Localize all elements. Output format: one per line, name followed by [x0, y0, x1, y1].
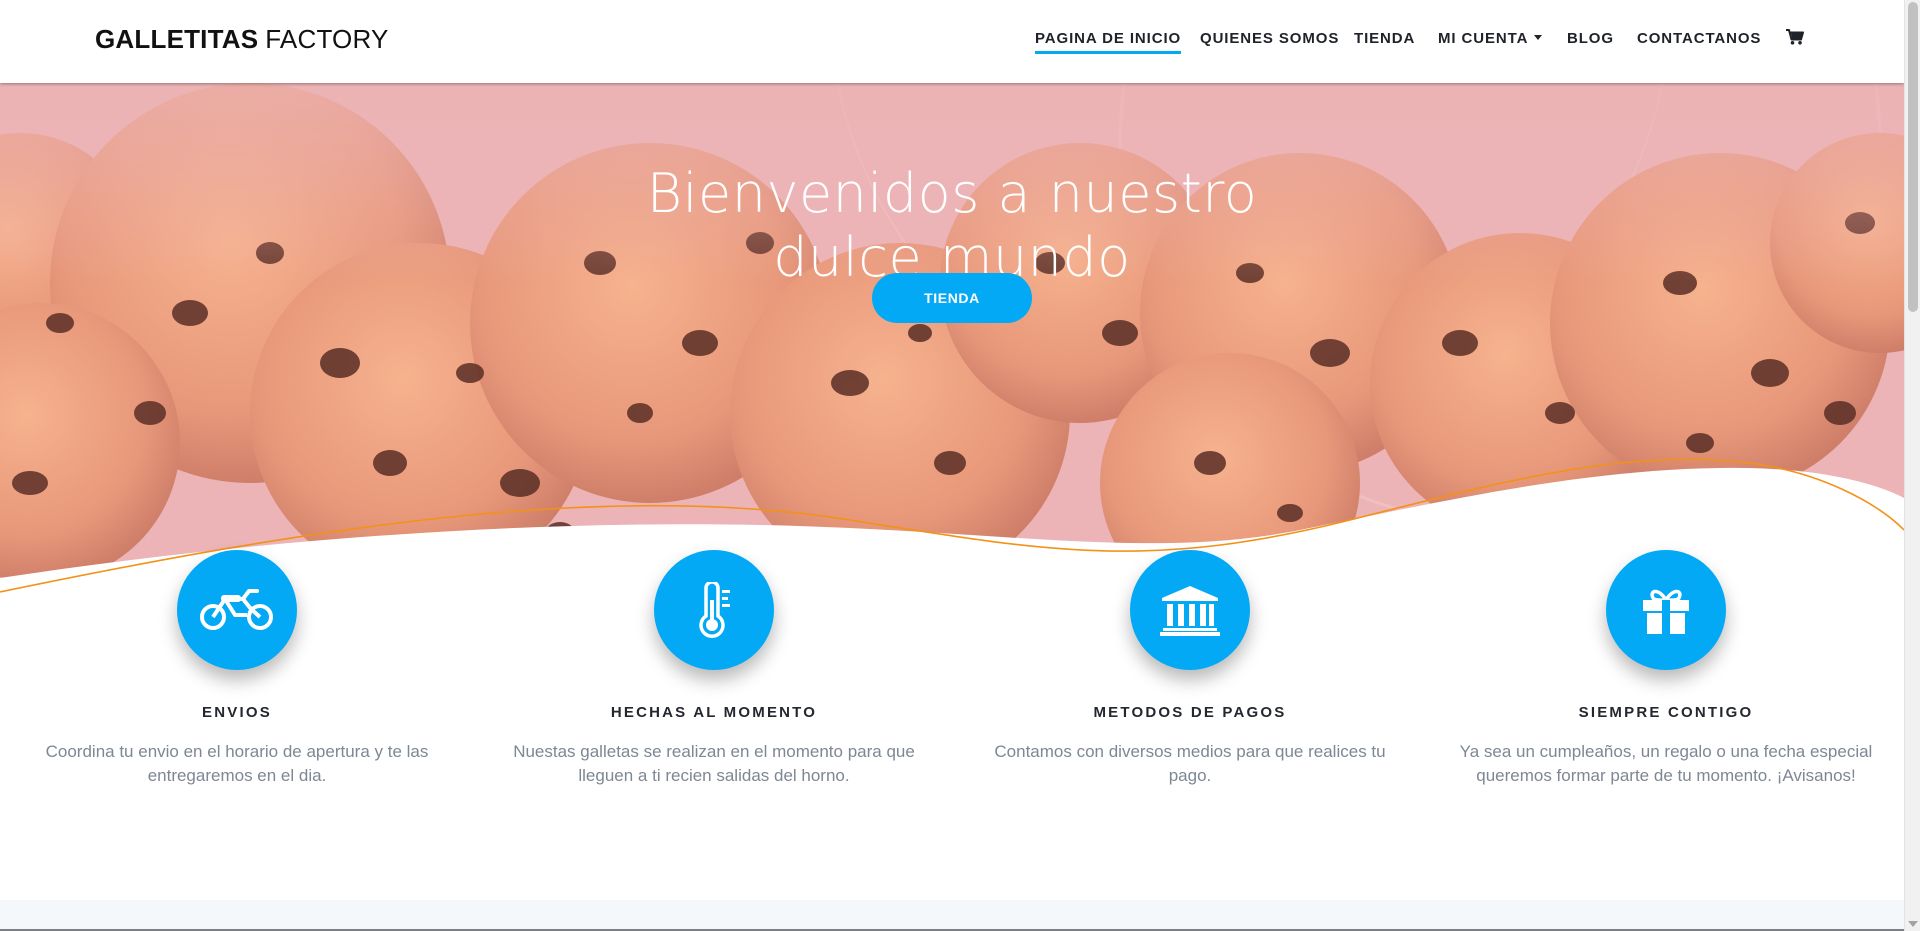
next-section-edge [0, 900, 1904, 931]
thermometer-icon [654, 550, 774, 670]
feature-description: Ya sea un cumpleaños, un regalo o una fe… [1459, 742, 1873, 785]
feature-description: Contamos con diversos medios para que re… [994, 742, 1386, 785]
feature-description: Nuestas galletas se realizan en el momen… [513, 742, 915, 785]
site-header: GALLETITAS FACTORY PAGINA DE INICIO QUIEN… [0, 0, 1904, 83]
feature-description: Coordina tu envio en el horario de apert… [45, 742, 429, 785]
nav-account[interactable]: MI CUENTA [1438, 30, 1543, 47]
feature-title: SIEMPRE CONTIGO [1578, 704, 1754, 721]
nav-account-label: MI CUENTA [1438, 30, 1529, 47]
shop-button[interactable]: TIENDA [872, 273, 1032, 323]
nav-blog[interactable]: BLOG [1567, 30, 1614, 47]
nav-shop[interactable]: TIENDA [1354, 30, 1415, 47]
scroll-down-arrow-icon[interactable] [1908, 921, 1918, 927]
shopping-cart-icon[interactable] [1786, 29, 1804, 50]
main-nav: PAGINA DE INICIO QUIENES SOMOS TIENDA MI… [0, 0, 1904, 83]
hero-title: Bienvenidos a nuestro dulce mundo [0, 162, 1904, 290]
nav-home[interactable]: PAGINA DE INICIO [1035, 30, 1182, 54]
gift-icon [1606, 550, 1726, 670]
hero-background-image [0, 83, 1904, 603]
feature-title: ENVIOS [202, 704, 272, 721]
page-scrollbar[interactable] [1904, 0, 1920, 931]
nav-contact[interactable]: CONTACTANOS [1637, 30, 1761, 47]
motorcycle-icon [177, 550, 297, 670]
bank-icon [1130, 550, 1250, 670]
scrollbar-thumb[interactable] [1908, 2, 1918, 312]
hero-section: Bienvenidos a nuestro dulce mundo TIENDA [0, 83, 1904, 603]
chevron-down-icon [1534, 34, 1543, 40]
hero-title-line-1: Bienvenidos a nuestro [646, 162, 1258, 226]
feature-title: HECHAS AL MOMENTO [610, 704, 818, 721]
feature-title: METODOS DE PAGOS [1093, 704, 1287, 721]
nav-about[interactable]: QUIENES SOMOS [1200, 30, 1339, 47]
